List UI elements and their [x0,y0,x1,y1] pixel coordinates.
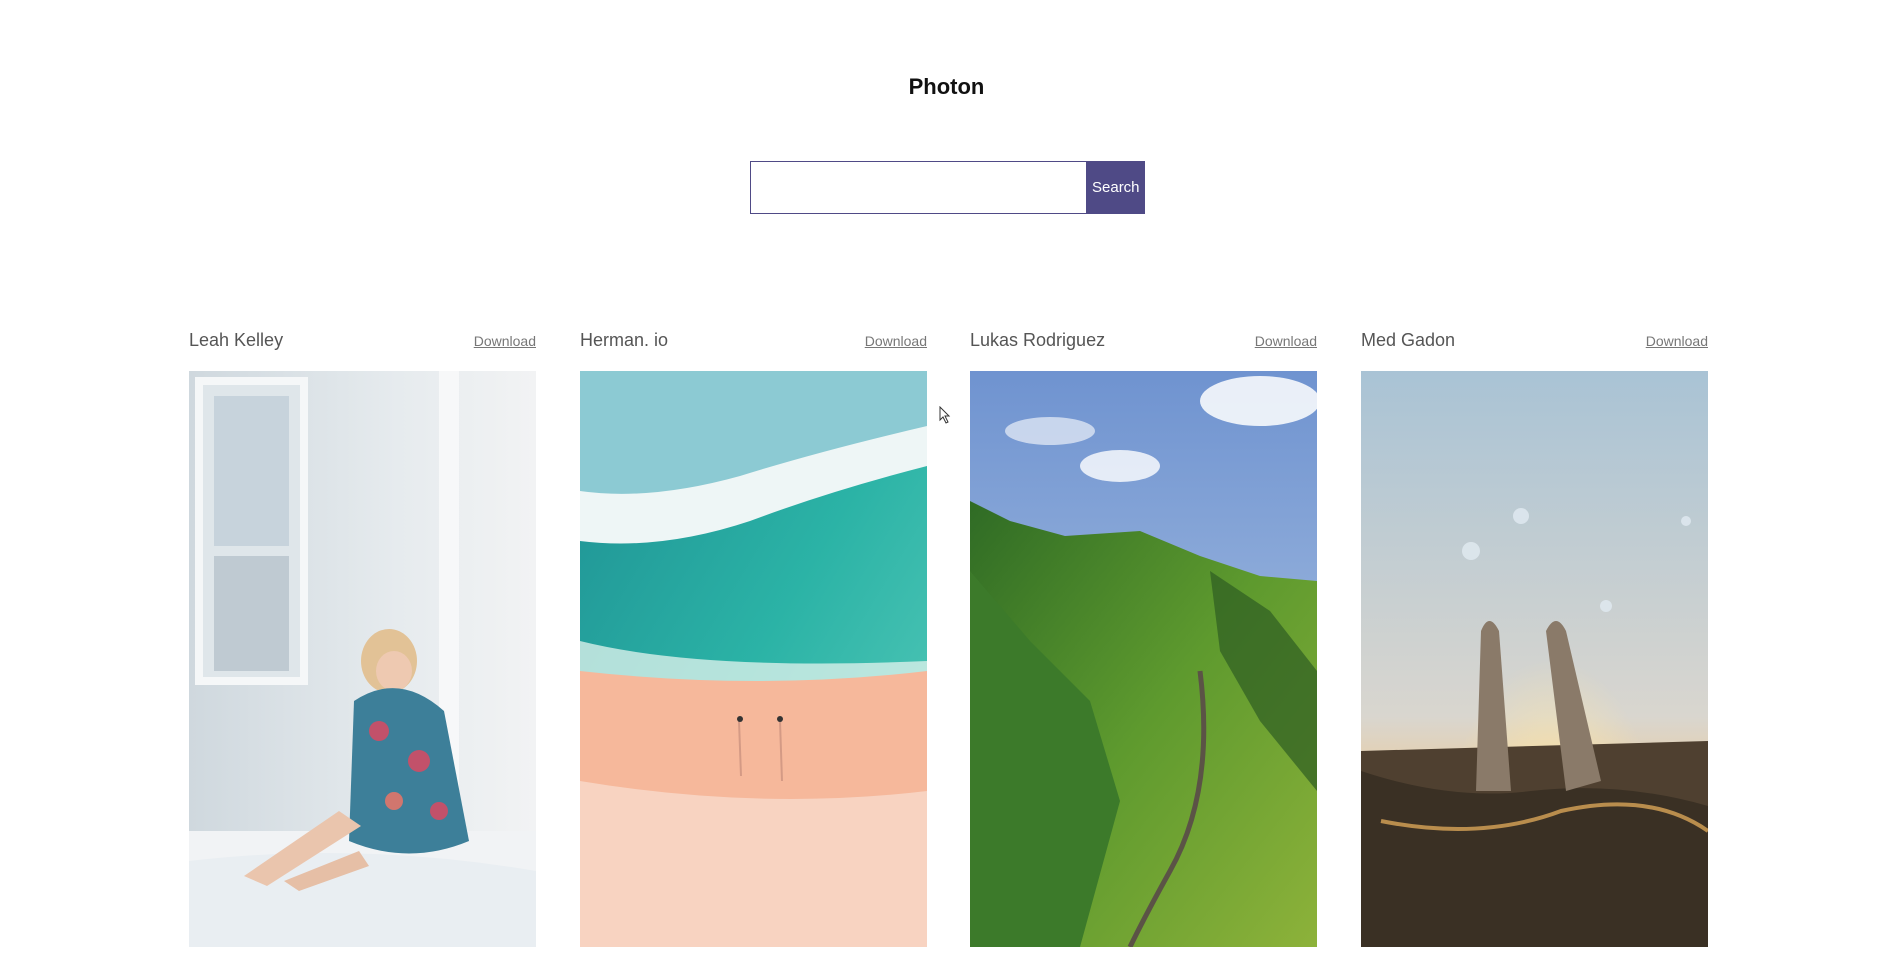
photo-feet-in-water[interactable] [1361,371,1708,947]
download-link[interactable]: Download [474,333,536,349]
download-link[interactable]: Download [1646,333,1708,349]
photo-card: Herman. io Download [580,330,927,947]
photographer-name: Med Gadon [1361,330,1456,350]
search-form: Search [750,161,1145,214]
photo-card: Lukas Rodriguez Download [970,330,1317,947]
photo-aerial-beach[interactable] [580,371,927,947]
search-button[interactable]: Search [1086,161,1145,214]
photo-card: Leah Kelley Download [189,330,536,947]
download-link[interactable]: Download [1255,333,1317,349]
photographer-name: Leah Kelley [189,330,284,350]
photo-green-mountains[interactable] [970,371,1317,947]
photo-card: Med Gadon Download [1361,330,1708,947]
mouse-cursor-icon [939,406,951,424]
photographer-name: Herman. io [580,330,669,350]
page-title: Photon [908,74,985,99]
photo-woman-on-bed[interactable] [189,371,536,947]
search-input[interactable] [750,161,1086,214]
download-link[interactable]: Download [865,333,927,349]
photographer-name: Lukas Rodriguez [970,330,1106,350]
